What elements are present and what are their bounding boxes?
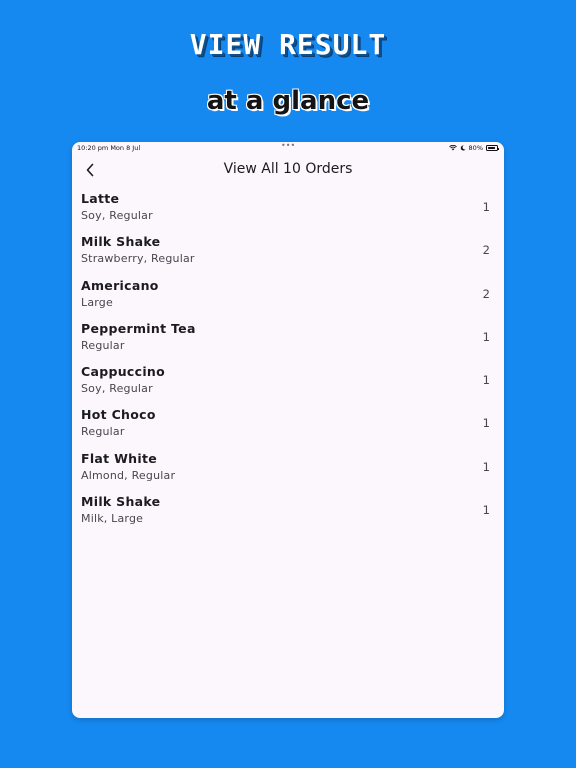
list-item[interactable]: Latte Soy, Regular 1 bbox=[72, 190, 504, 233]
page-title: View All 10 Orders bbox=[223, 161, 353, 177]
list-item[interactable]: Milk Shake Milk, Large 1 bbox=[72, 493, 504, 536]
status-bar: 10:20 pm Mon 8 Jul ••• 80% bbox=[72, 142, 504, 154]
promo-subhead: at a glance bbox=[206, 86, 370, 116]
list-item[interactable]: Hot Choco Regular 1 bbox=[72, 406, 504, 449]
status-time: 10:20 pm Mon 8 Jul bbox=[77, 144, 141, 152]
order-quantity: 1 bbox=[482, 459, 490, 474]
battery-icon bbox=[486, 145, 499, 151]
order-quantity: 2 bbox=[482, 286, 490, 301]
multitasking-dots[interactable]: ••• bbox=[281, 142, 295, 150]
order-name: Latte bbox=[81, 191, 120, 206]
order-quantity: 1 bbox=[482, 373, 490, 388]
battery-percent: 80% bbox=[468, 144, 483, 152]
list-item[interactable]: Peppermint Tea Regular 1 bbox=[72, 320, 504, 363]
order-name: Milk Shake bbox=[81, 234, 161, 250]
order-detail: Soy, Regular bbox=[81, 209, 153, 222]
status-indicators: 80% bbox=[448, 144, 499, 152]
battery-fill bbox=[487, 146, 496, 150]
order-detail: Almond, Regular bbox=[81, 468, 176, 482]
promo-headline: VIEW RESULT bbox=[189, 28, 387, 61]
moon-icon bbox=[460, 145, 466, 151]
wifi-icon bbox=[448, 145, 457, 151]
order-detail: Strawberry, Regular bbox=[81, 252, 195, 266]
order-quantity: 1 bbox=[482, 200, 490, 214]
order-name: Peppermint Tea bbox=[81, 320, 196, 336]
list-item[interactable]: Americano Large 2 bbox=[72, 277, 504, 320]
order-name: Hot Choco bbox=[81, 407, 156, 423]
list-item[interactable]: Cappuccino Soy, Regular 1 bbox=[72, 363, 504, 406]
device-screen: 10:20 pm Mon 8 Jul ••• 80% View All 10 O… bbox=[72, 142, 504, 718]
order-detail: Large bbox=[81, 295, 113, 309]
order-quantity: 1 bbox=[482, 416, 490, 431]
order-quantity: 1 bbox=[482, 503, 490, 518]
order-name: Cappuccino bbox=[81, 364, 165, 380]
order-quantity: 1 bbox=[482, 329, 490, 344]
order-name: Americano bbox=[81, 277, 159, 293]
nav-bar: View All 10 Orders bbox=[72, 156, 504, 184]
list-item[interactable]: Milk Shake Strawberry, Regular 2 bbox=[72, 233, 504, 276]
order-list: Latte Soy, Regular 1 Milk Shake Strawberry, … bbox=[72, 190, 504, 536]
list-item[interactable]: Flat White Almond, Regular 1 bbox=[72, 450, 504, 493]
order-quantity: 2 bbox=[482, 243, 490, 258]
order-detail: Soy, Regular bbox=[81, 382, 153, 396]
order-name: Flat White bbox=[81, 450, 158, 466]
order-detail: Regular bbox=[81, 425, 125, 439]
order-detail: Regular bbox=[81, 338, 125, 352]
order-name: Milk Shake bbox=[81, 494, 161, 510]
order-detail: Milk, Large bbox=[81, 512, 144, 526]
